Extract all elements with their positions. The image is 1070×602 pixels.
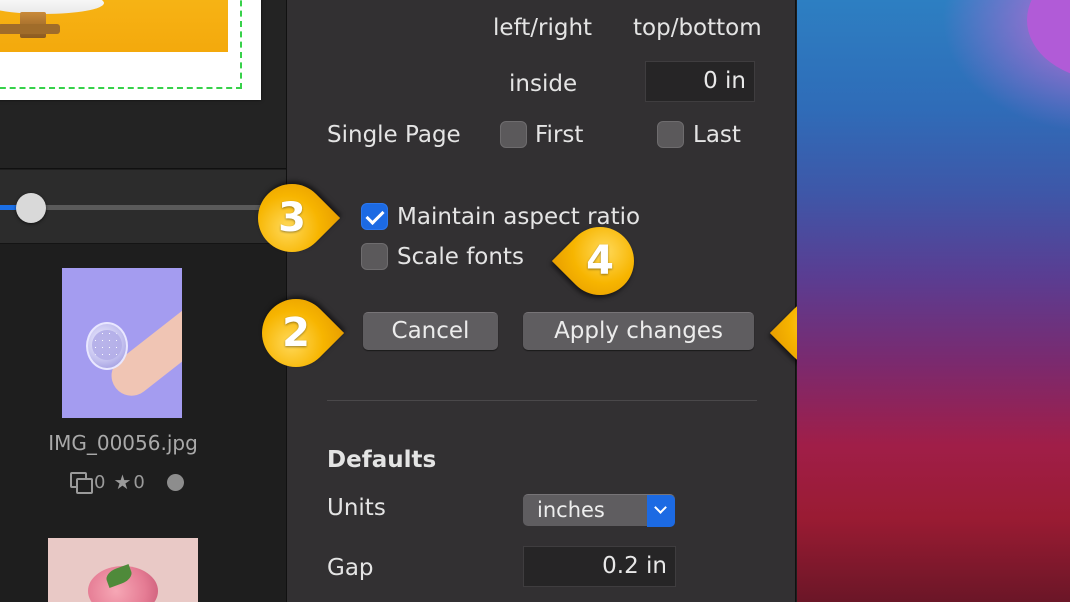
scale-fonts-checkbox[interactable] — [361, 243, 388, 270]
single-page-label: Single Page — [327, 122, 461, 148]
inside-margin-input[interactable]: 0 in — [645, 61, 755, 102]
image-thumbnail[interactable] — [48, 538, 198, 602]
section-divider — [327, 400, 757, 401]
defaults-heading: Defaults — [327, 447, 437, 473]
layout-inspector-panel: left/right top/bottom inside 0 in Single… — [286, 0, 796, 602]
thumbnail-size-bar — [0, 170, 286, 244]
last-label: Last — [693, 122, 741, 148]
stack-count: 0 — [94, 471, 106, 493]
rating-value: 0 — [133, 471, 145, 493]
desktop-wallpaper — [797, 0, 1070, 602]
color-label-icon[interactable] — [166, 473, 184, 491]
units-select[interactable]: inches — [523, 494, 675, 527]
maintain-aspect-ratio-checkbox[interactable] — [361, 203, 388, 230]
first-checkbox[interactable] — [500, 121, 527, 148]
callout-badge-3: 3 — [243, 169, 341, 267]
page-thumbnail[interactable] — [0, 0, 261, 100]
callout-badge-4: 4 — [551, 212, 649, 310]
thumbnail-size-slider-handle[interactable] — [16, 193, 46, 223]
units-label: Units — [327, 495, 386, 521]
first-label: First — [535, 122, 584, 148]
page-preview — [0, 0, 286, 169]
star-icon[interactable]: ★ — [113, 470, 131, 494]
callout-badge-2: 2 — [247, 284, 345, 382]
stack-icon — [70, 472, 93, 494]
top-bottom-column-label: top/bottom — [633, 15, 762, 41]
last-checkbox[interactable] — [657, 121, 684, 148]
gap-input[interactable]: 0.2 in — [523, 546, 676, 587]
units-select-value: inches — [537, 498, 605, 522]
gap-label: Gap — [327, 555, 374, 581]
scale-fonts-label: Scale fonts — [397, 244, 524, 270]
margin-guide — [0, 0, 242, 89]
cancel-button[interactable]: Cancel — [363, 312, 498, 350]
thumbnail-meta: 0 ★ 0 — [70, 470, 184, 494]
apply-changes-button[interactable]: Apply changes — [523, 312, 754, 350]
image-browser-panel: IMG_00056.jpg 0 ★ 0 — [0, 0, 286, 602]
inside-label: inside — [509, 71, 578, 97]
left-right-column-label: left/right — [493, 15, 593, 41]
thumbnail-filename: IMG_00056.jpg — [48, 431, 198, 455]
image-thumbnail[interactable] — [62, 268, 182, 418]
chevron-down-icon[interactable] — [647, 495, 675, 527]
